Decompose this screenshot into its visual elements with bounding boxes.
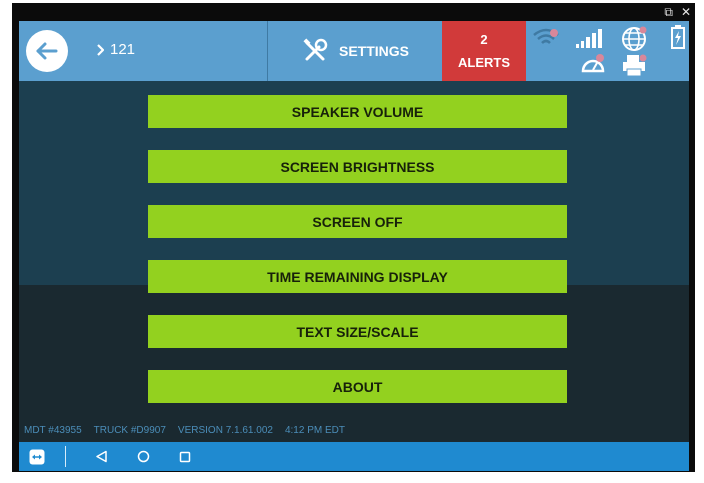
- android-nav-bar: [19, 442, 689, 471]
- truck-number: TRUCK #D9907: [93, 425, 166, 436]
- nav-back-button[interactable]: [89, 442, 113, 471]
- alerts-button[interactable]: 2 ALERTS: [442, 21, 526, 81]
- arrow-left-icon: [36, 42, 58, 60]
- content-bottom-panel: [19, 285, 689, 441]
- text-size-scale-button[interactable]: TEXT SIZE/SCALE: [148, 315, 567, 348]
- app-version: VERSION 7.1.61.002: [177, 425, 273, 436]
- clock-time: 4:12 PM EDT: [284, 425, 345, 436]
- about-button[interactable]: ABOUT: [148, 370, 567, 403]
- time-remaining-display-button[interactable]: TIME REMAINING DISPLAY: [148, 260, 567, 293]
- speaker-volume-button[interactable]: SPEAKER VOLUME: [148, 95, 567, 128]
- chevron-right-icon: [97, 43, 104, 56]
- app-screen: 121 SETTINGS 2 ALERTS SPEAKER VOLUME SCR…: [19, 21, 689, 471]
- battery-icon: [671, 25, 685, 49]
- alerts-count: 2: [480, 32, 488, 47]
- back-button[interactable]: [26, 30, 68, 72]
- close-icon[interactable]: ✕: [681, 5, 691, 19]
- alerts-label: ALERTS: [458, 55, 510, 70]
- screen-off-button[interactable]: SCREEN OFF: [148, 205, 567, 238]
- wifi-icon: [533, 28, 559, 44]
- window-controls: ⧉ ✕: [664, 5, 691, 19]
- nav-home-button[interactable]: [131, 442, 155, 471]
- top-bar: 121 SETTINGS 2 ALERTS: [19, 21, 689, 81]
- status-icons: [526, 21, 689, 81]
- globe-icon: [622, 26, 647, 51]
- back-triangle-icon: [95, 450, 107, 463]
- signal-bars-icon: [576, 29, 602, 48]
- remote-app-button[interactable]: [25, 442, 49, 471]
- speedometer-icon: [581, 54, 605, 73]
- route-number: 121: [110, 41, 136, 58]
- recents-square-icon: [179, 451, 191, 462]
- settings-label: SETTINGS: [338, 43, 409, 59]
- route-indicator[interactable]: 121: [96, 41, 135, 58]
- restore-icon[interactable]: ⧉: [664, 5, 673, 19]
- settings-button[interactable]: SETTINGS: [267, 21, 442, 81]
- nav-divider: [65, 446, 66, 467]
- device-frame: ⧉ ✕ 121 SETTINGS 2 ALERTS SPEAKER VOLUME…: [12, 3, 695, 472]
- printer-icon: [623, 54, 647, 77]
- mdt-number: MDT #43955: [24, 425, 82, 436]
- device-info-footer: MDT #43955 TRUCK #D9907 VERSION 7.1.61.0…: [24, 425, 345, 436]
- home-circle-icon: [137, 450, 149, 463]
- nav-recents-button[interactable]: [173, 442, 197, 471]
- header-left: 121: [19, 21, 267, 81]
- screen-brightness-button[interactable]: SCREEN BRIGHTNESS: [148, 150, 567, 183]
- remote-app-icon: [29, 449, 45, 464]
- wrench-screwdriver-icon: [303, 38, 328, 61]
